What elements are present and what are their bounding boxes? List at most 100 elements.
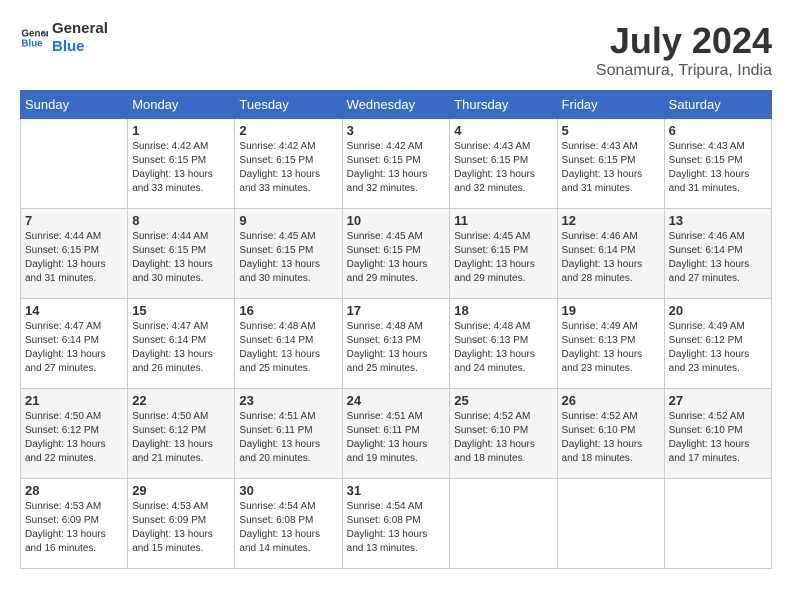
- logo-general: General: [52, 20, 108, 38]
- day-number: 4: [454, 123, 552, 138]
- logo-icon: General Blue: [20, 24, 48, 52]
- calendar-cell: 15 Sunrise: 4:47 AMSunset: 6:14 PMDayligh…: [128, 299, 235, 389]
- day-info: Sunrise: 4:49 AMSunset: 6:12 PMDaylight:…: [669, 320, 767, 376]
- day-info: Sunrise: 4:42 AMSunset: 6:15 PMDaylight:…: [132, 140, 230, 196]
- day-info: Sunrise: 4:50 AMSunset: 6:12 PMDaylight:…: [132, 410, 230, 466]
- logo: General Blue General Blue: [20, 20, 108, 56]
- day-info: Sunrise: 4:44 AMSunset: 6:15 PMDaylight:…: [25, 230, 123, 286]
- day-number: 29: [132, 483, 230, 498]
- day-number: 28: [25, 483, 123, 498]
- calendar-cell: 13 Sunrise: 4:46 AMSunset: 6:14 PMDayligh…: [664, 209, 771, 299]
- calendar-week-3: 14 Sunrise: 4:47 AMSunset: 6:14 PMDayligh…: [21, 299, 772, 389]
- weekday-header-monday: Monday: [128, 91, 235, 119]
- calendar-cell: 18Sunrise: 4:48 AMSunset: 6:13 PMDayligh…: [450, 299, 557, 389]
- calendar-cell: 10Sunrise: 4:45 AMSunset: 6:15 PMDayligh…: [342, 209, 450, 299]
- calendar-week-1: 1 Sunrise: 4:42 AMSunset: 6:15 PMDaylight…: [21, 119, 772, 209]
- day-info: Sunrise: 4:52 AMSunset: 6:10 PMDaylight:…: [562, 410, 660, 466]
- calendar-cell: 1 Sunrise: 4:42 AMSunset: 6:15 PMDaylight…: [128, 119, 235, 209]
- weekday-header-thursday: Thursday: [450, 91, 557, 119]
- calendar-cell: [450, 479, 557, 569]
- day-info: Sunrise: 4:47 AMSunset: 6:14 PMDaylight:…: [132, 320, 230, 376]
- weekday-header-tuesday: Tuesday: [235, 91, 342, 119]
- location-title: Sonamura, Tripura, India: [596, 62, 772, 80]
- day-number: 15: [132, 303, 230, 318]
- day-info: Sunrise: 4:46 AMSunset: 6:14 PMDaylight:…: [669, 230, 767, 286]
- day-number: 3: [347, 123, 446, 138]
- day-number: 19: [562, 303, 660, 318]
- day-number: 22: [132, 393, 230, 408]
- day-info: Sunrise: 4:52 AMSunset: 6:10 PMDaylight:…: [454, 410, 552, 466]
- calendar-cell: 16 Sunrise: 4:48 AMSunset: 6:14 PMDayligh…: [235, 299, 342, 389]
- logo-blue: Blue: [52, 38, 108, 56]
- day-info: Sunrise: 4:43 AMSunset: 6:15 PMDaylight:…: [562, 140, 660, 196]
- day-info: Sunrise: 4:51 AMSunset: 6:11 PMDaylight:…: [347, 410, 446, 466]
- day-number: 13: [669, 213, 767, 228]
- weekday-header-saturday: Saturday: [664, 91, 771, 119]
- day-info: Sunrise: 4:44 AMSunset: 6:15 PMDaylight:…: [132, 230, 230, 286]
- calendar-cell: 11Sunrise: 4:45 AMSunset: 6:15 PMDayligh…: [450, 209, 557, 299]
- calendar-cell: 4 Sunrise: 4:43 AMSunset: 6:15 PMDaylight…: [450, 119, 557, 209]
- calendar-cell: 30Sunrise: 4:54 AMSunset: 6:08 PMDayligh…: [235, 479, 342, 569]
- calendar-week-5: 28 Sunrise: 4:53 AMSunset: 6:09 PMDayligh…: [21, 479, 772, 569]
- day-number: 10: [347, 213, 446, 228]
- weekday-header-row: SundayMondayTuesdayWednesdayThursdayFrid…: [21, 91, 772, 119]
- title-area: July 2024 Sonamura, Tripura, India: [596, 20, 772, 80]
- calendar-cell: 2 Sunrise: 4:42 AMSunset: 6:15 PMDaylight…: [235, 119, 342, 209]
- svg-text:Blue: Blue: [21, 38, 43, 49]
- day-info: Sunrise: 4:43 AMSunset: 6:15 PMDaylight:…: [669, 140, 767, 196]
- calendar-cell: 28Sunrise: 4:53 AMSunset: 6:09 PMDayligh…: [21, 479, 128, 569]
- calendar-cell: [664, 479, 771, 569]
- day-number: 21: [25, 393, 123, 408]
- day-info: Sunrise: 4:42 AMSunset: 6:15 PMDaylight:…: [347, 140, 446, 196]
- day-info: Sunrise: 4:49 AMSunset: 6:13 PMDaylight:…: [562, 320, 660, 376]
- weekday-header-sunday: Sunday: [21, 91, 128, 119]
- day-number: 16: [239, 303, 337, 318]
- day-number: 23: [239, 393, 337, 408]
- calendar-cell: 25Sunrise: 4:52 AMSunset: 6:10 PMDayligh…: [450, 389, 557, 479]
- calendar-cell: 27Sunrise: 4:52 AMSunset: 6:10 PMDayligh…: [664, 389, 771, 479]
- calendar-cell: 9 Sunrise: 4:45 AMSunset: 6:15 PMDaylight…: [235, 209, 342, 299]
- day-number: 20: [669, 303, 767, 318]
- day-number: 24: [347, 393, 446, 408]
- calendar-cell: 17 Sunrise: 4:48 AMSunset: 6:13 PMDayligh…: [342, 299, 450, 389]
- calendar-cell: 8 Sunrise: 4:44 AMSunset: 6:15 PMDaylight…: [128, 209, 235, 299]
- calendar-cell: 14 Sunrise: 4:47 AMSunset: 6:14 PMDayligh…: [21, 299, 128, 389]
- calendar-cell: 5Sunrise: 4:43 AMSunset: 6:15 PMDaylight…: [557, 119, 664, 209]
- day-info: Sunrise: 4:46 AMSunset: 6:14 PMDaylight:…: [562, 230, 660, 286]
- day-info: Sunrise: 4:47 AMSunset: 6:14 PMDaylight:…: [25, 320, 123, 376]
- calendar-week-2: 7 Sunrise: 4:44 AMSunset: 6:15 PMDaylight…: [21, 209, 772, 299]
- day-number: 7: [25, 213, 123, 228]
- day-number: 17: [347, 303, 446, 318]
- day-number: 12: [562, 213, 660, 228]
- day-info: Sunrise: 4:48 AMSunset: 6:14 PMDaylight:…: [239, 320, 337, 376]
- day-number: 9: [239, 213, 337, 228]
- calendar-cell: 23 Sunrise: 4:51 AMSunset: 6:11 PMDayligh…: [235, 389, 342, 479]
- calendar-cell: 7 Sunrise: 4:44 AMSunset: 6:15 PMDaylight…: [21, 209, 128, 299]
- day-info: Sunrise: 4:51 AMSunset: 6:11 PMDaylight:…: [239, 410, 337, 466]
- day-info: Sunrise: 4:48 AMSunset: 6:13 PMDaylight:…: [347, 320, 446, 376]
- day-info: Sunrise: 4:43 AMSunset: 6:15 PMDaylight:…: [454, 140, 552, 196]
- calendar-cell: 19 Sunrise: 4:49 AMSunset: 6:13 PMDayligh…: [557, 299, 664, 389]
- calendar-cell: 22 Sunrise: 4:50 AMSunset: 6:12 PMDayligh…: [128, 389, 235, 479]
- calendar-cell: 3 Sunrise: 4:42 AMSunset: 6:15 PMDaylight…: [342, 119, 450, 209]
- day-number: 27: [669, 393, 767, 408]
- page-header: General Blue General Blue July 2024 Sona…: [20, 20, 772, 80]
- day-info: Sunrise: 4:54 AMSunset: 6:08 PMDaylight:…: [239, 500, 337, 556]
- calendar-cell: 6 Sunrise: 4:43 AMSunset: 6:15 PMDaylight…: [664, 119, 771, 209]
- day-info: Sunrise: 4:45 AMSunset: 6:15 PMDaylight:…: [239, 230, 337, 286]
- calendar-week-4: 21 Sunrise: 4:50 AMSunset: 6:12 PMDayligh…: [21, 389, 772, 479]
- day-number: 1: [132, 123, 230, 138]
- day-number: 18: [454, 303, 552, 318]
- month-title: July 2024: [596, 20, 772, 62]
- day-info: Sunrise: 4:53 AMSunset: 6:09 PMDaylight:…: [132, 500, 230, 556]
- weekday-header-friday: Friday: [557, 91, 664, 119]
- day-info: Sunrise: 4:42 AMSunset: 6:15 PMDaylight:…: [239, 140, 337, 196]
- calendar-cell: 29 Sunrise: 4:53 AMSunset: 6:09 PMDayligh…: [128, 479, 235, 569]
- day-info: Sunrise: 4:54 AMSunset: 6:08 PMDaylight:…: [347, 500, 446, 556]
- weekday-header-wednesday: Wednesday: [342, 91, 450, 119]
- day-number: 2: [239, 123, 337, 138]
- day-number: 8: [132, 213, 230, 228]
- day-number: 6: [669, 123, 767, 138]
- day-number: 14: [25, 303, 123, 318]
- calendar-table: SundayMondayTuesdayWednesdayThursdayFrid…: [20, 90, 772, 569]
